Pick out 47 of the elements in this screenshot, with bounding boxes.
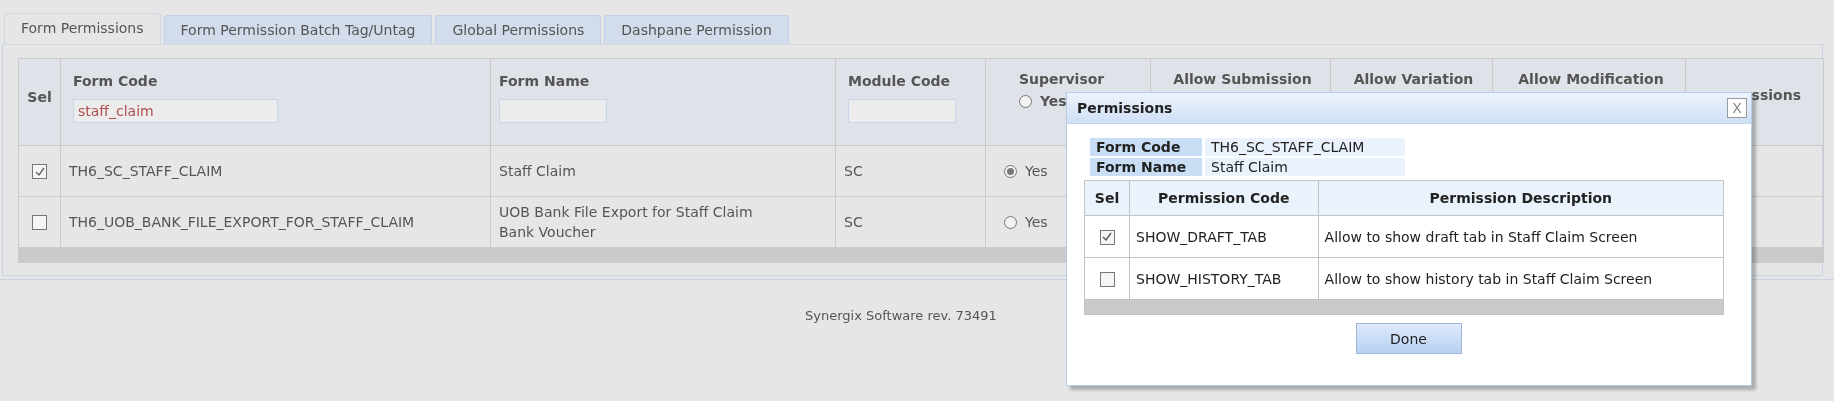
close-button[interactable]: X bbox=[1727, 98, 1747, 118]
tab[interactable]: Form Permission Batch Tag/Untag bbox=[163, 15, 433, 44]
tab[interactable]: Global Permissions bbox=[435, 15, 602, 44]
radio-button[interactable] bbox=[1004, 215, 1017, 229]
tab[interactable]: Dashpane Permission bbox=[604, 15, 789, 44]
column-header: Allow Variation bbox=[1353, 71, 1474, 87]
field-value: Staff Claim bbox=[1205, 158, 1405, 176]
dialog-title: Permissions bbox=[1077, 100, 1173, 116]
table-cell: TH6_SC_STAFF_CLAIM bbox=[69, 163, 223, 179]
footer-text: Synergix Software rev. 73491 bbox=[805, 308, 997, 323]
column-header: Allow Modification bbox=[1518, 71, 1664, 87]
column-header: Form Code bbox=[73, 73, 158, 89]
checkbox[interactable] bbox=[1099, 229, 1115, 245]
column-header: Supervisor bbox=[1019, 71, 1105, 87]
radio-label: Yes bbox=[1025, 163, 1048, 179]
field-value: TH6_SC_STAFF_CLAIM bbox=[1205, 138, 1405, 156]
column-header: ssions bbox=[1751, 87, 1801, 103]
column-header: Allow Submission bbox=[1173, 71, 1312, 87]
table-cell: Allow to show history tab in Staff Claim Screen bbox=[1324, 270, 1653, 287]
checkbox[interactable] bbox=[1099, 271, 1115, 287]
table-cell: SHOW_HISTORY_TAB bbox=[1136, 270, 1282, 287]
field-label: Form Code bbox=[1090, 138, 1202, 156]
column-header: Sel bbox=[1094, 190, 1120, 206]
column-header: Permission Description bbox=[1429, 190, 1613, 206]
checkbox[interactable] bbox=[32, 215, 47, 231]
table-cell: SC bbox=[844, 163, 863, 179]
radio-button[interactable] bbox=[1004, 164, 1017, 178]
field-label: Form Name bbox=[1090, 158, 1202, 176]
checkbox[interactable] bbox=[32, 164, 47, 180]
radio-label: Yes bbox=[1025, 214, 1048, 230]
filter-field[interactable]: staff_claim bbox=[73, 99, 278, 123]
table-cell-text: Staff Claim bbox=[499, 162, 577, 181]
table-cell: SC bbox=[844, 214, 863, 230]
table-cell-text: UOB Bank File Export for Staff Claim Bank Voucher bbox=[499, 203, 754, 242]
column-header: Module Code bbox=[848, 73, 951, 89]
table-cell: SHOW_DRAFT_TAB bbox=[1136, 228, 1267, 245]
radio-button[interactable] bbox=[1019, 94, 1032, 108]
table-cell: Allow to show draft tab in Staff Claim Screen bbox=[1324, 228, 1638, 245]
column-header: Sel bbox=[27, 89, 52, 105]
column-header: Form Name bbox=[499, 73, 590, 89]
filter-field[interactable] bbox=[848, 99, 956, 123]
done-button[interactable]: Done bbox=[1355, 323, 1462, 354]
filter-field[interactable] bbox=[499, 99, 607, 123]
tab[interactable]: Form Permissions bbox=[4, 13, 161, 44]
radio-label: Yes bbox=[1040, 93, 1067, 109]
table-cell: TH6_UOB_BANK_FILE_EXPORT_FOR_STAFF_CLAIM bbox=[69, 214, 415, 230]
column-header: Permission Code bbox=[1158, 190, 1290, 206]
